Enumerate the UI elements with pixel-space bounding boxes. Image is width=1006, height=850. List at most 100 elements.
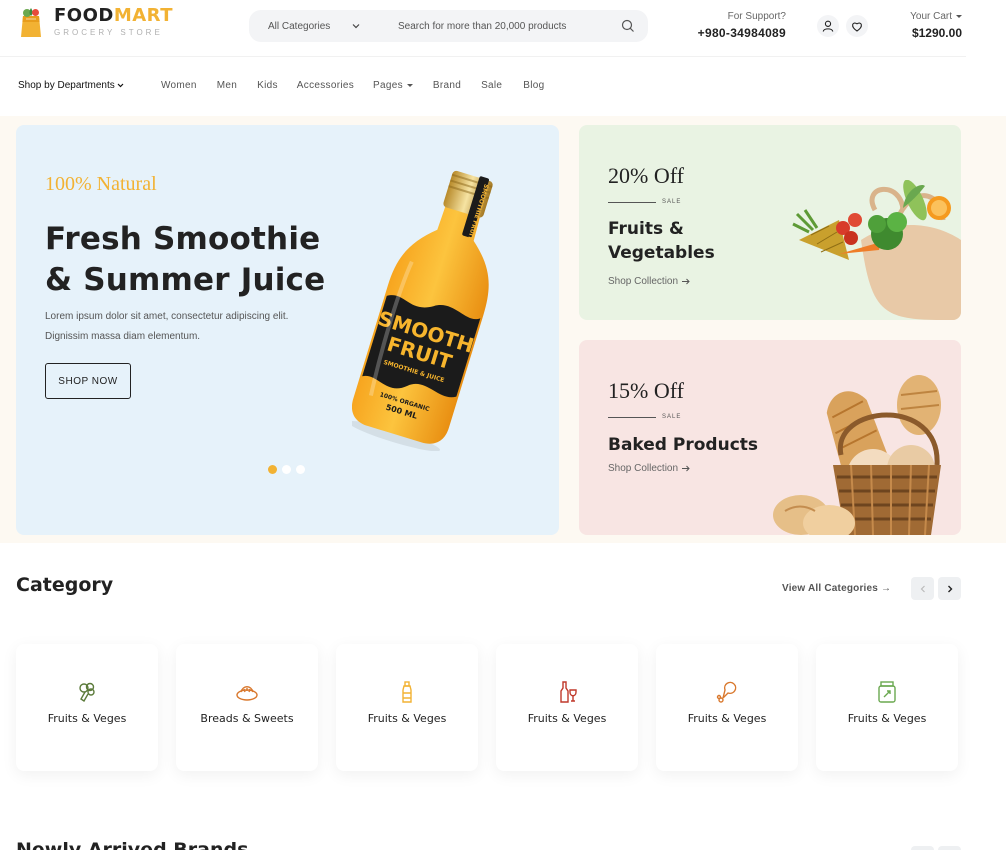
- promo-title: Baked Products: [608, 433, 768, 457]
- nav-link-pages[interactable]: Pages: [373, 80, 413, 91]
- shop-collection-label: Shop Collection: [608, 463, 679, 474]
- category-label: Breads & Sweets: [200, 712, 294, 725]
- promo-sale-tag: SALE: [608, 414, 681, 420]
- promo-sale-label: SALE: [662, 414, 682, 420]
- promo-title: Fruits & Vegetables: [608, 217, 768, 265]
- hero-title-line2: & Summer Juice: [45, 262, 326, 298]
- search-icon: [621, 19, 634, 32]
- category-heading: Category: [16, 574, 114, 596]
- category-card[interactable]: Fruits & Veges: [336, 644, 478, 771]
- shop-collection-link[interactable]: Shop Collection: [608, 276, 690, 287]
- chevron-down-icon: [117, 83, 124, 88]
- promo-discount: 15% Off: [608, 378, 684, 403]
- wishlist-button[interactable]: [846, 15, 868, 37]
- nav-link-kids[interactable]: Kids: [257, 80, 278, 91]
- support-phone[interactable]: +980-34984089: [680, 26, 786, 40]
- promo-title-line2: Vegetables: [608, 243, 715, 263]
- hero-title-line1: Fresh Smoothie: [45, 221, 321, 257]
- support-info: For Support? +980-34984089: [680, 11, 786, 40]
- main-nav: Shop by Departments Women Men Kids Acces…: [0, 72, 1006, 100]
- category-select-value: All Categories: [268, 20, 331, 32]
- category-label: Fruits & Veges: [527, 712, 607, 725]
- shop-now-button[interactable]: SHOP NOW: [45, 363, 131, 399]
- promo-card-baked[interactable]: 15% Off SALE Baked Products Shop Collect…: [579, 340, 961, 535]
- header-divider: [0, 56, 966, 57]
- arrow-right-icon: [682, 465, 690, 472]
- hero-description-line2: Dignissim massa diam elementum.: [45, 331, 201, 342]
- caret-down-icon: [956, 15, 962, 18]
- promo-sale-label: SALE: [662, 199, 682, 205]
- category-next-button[interactable]: [938, 577, 961, 600]
- promo-card-fruits[interactable]: 20% Off SALE Fruits & Vegetables Shop Co…: [579, 125, 961, 320]
- category-card[interactable]: Fruits & Veges: [816, 644, 958, 771]
- chevron-right-icon: [947, 585, 952, 592]
- shop-collection-link[interactable]: Shop Collection: [608, 463, 690, 474]
- logo-tagline: GROCERY STORE: [54, 28, 163, 37]
- grocery-bag-icon: [18, 6, 44, 38]
- category-label: Fruits & Veges: [847, 712, 927, 725]
- user-icon: [822, 20, 834, 32]
- category-select[interactable]: All Categories: [249, 10, 374, 42]
- hero-description-line1: Lorem ipsum dolor sit amet, consectetur …: [45, 311, 289, 322]
- cart-total: $1290.00: [911, 26, 962, 40]
- category-card[interactable]: Breads & Sweets: [176, 644, 318, 771]
- promo-title-line1: Fruits &: [608, 219, 684, 239]
- nav-link-accessories[interactable]: Accessories: [297, 80, 354, 91]
- nav-link-blog[interactable]: Blog: [523, 80, 544, 91]
- departments-dropdown[interactable]: Shop by Departments: [18, 80, 124, 91]
- arrow-right-icon: [682, 278, 690, 285]
- caret-down-icon: [406, 84, 413, 87]
- jar-icon: [875, 680, 899, 704]
- promo-sale-tag: SALE: [608, 199, 681, 205]
- category-label: Fruits & Veges: [687, 712, 767, 725]
- chevron-left-icon: [920, 585, 925, 592]
- category-label: Fruits & Veges: [367, 712, 447, 725]
- nav-link-brand[interactable]: Brand: [433, 80, 461, 91]
- search-input[interactable]: [374, 10, 608, 42]
- logo[interactable]: FOODMART GROCERY STORE: [18, 4, 173, 40]
- category-list: Fruits & Veges Breads & Sweets Fruits & …: [16, 644, 958, 771]
- broccoli-icon: [75, 680, 99, 704]
- chevron-down-icon: [352, 24, 360, 29]
- drumstick-icon: [715, 680, 739, 704]
- category-card[interactable]: Fruits & Veges: [16, 644, 158, 771]
- brands-next-button[interactable]: [938, 846, 961, 850]
- promo-discount: 20% Off: [608, 163, 684, 188]
- logo-name-part2: MART: [113, 5, 174, 26]
- slider-dot-2[interactable]: [282, 465, 291, 474]
- view-all-categories-link[interactable]: View All Categories →: [782, 583, 891, 594]
- nav-link-women[interactable]: Women: [161, 80, 197, 91]
- vegetable-bag-image: [792, 180, 961, 320]
- hero-title: Fresh Smoothie & Summer Juice: [45, 219, 345, 301]
- bread-basket-image: [773, 375, 941, 535]
- slider-dot-3[interactable]: [296, 465, 305, 474]
- bread-icon: [235, 680, 259, 704]
- nav-link-sale[interactable]: Sale: [481, 80, 502, 91]
- category-card[interactable]: Fruits & Veges: [656, 644, 798, 771]
- slider-dot-1[interactable]: [268, 465, 277, 474]
- juice-bottle-image: SMOOTHIE FRUIT SMOOTH FRUIT SMOOTHIE & J…: [352, 170, 493, 451]
- promo-title-line1: Baked Products: [608, 435, 759, 455]
- category-card[interactable]: Fruits & Veges: [496, 644, 638, 771]
- brands-prev-button[interactable]: [911, 846, 934, 850]
- hero-description: Lorem ipsum dolor sit amet, consectetur …: [45, 307, 335, 347]
- category-prev-button[interactable]: [911, 577, 934, 600]
- cart-label-row: Your Cart: [890, 11, 962, 22]
- slider-dots: [268, 465, 305, 474]
- hero-slider: 100% Natural Fresh Smoothie & Summer Jui…: [16, 125, 559, 535]
- search-button[interactable]: [608, 10, 648, 42]
- hero-tag: 100% Natural: [45, 173, 157, 195]
- heart-icon: [852, 22, 862, 32]
- category-label: Fruits & Veges: [47, 712, 127, 725]
- account-button[interactable]: [817, 15, 839, 37]
- bottle-icon: [395, 680, 419, 704]
- support-label: For Support?: [727, 11, 786, 22]
- search-bar: All Categories: [249, 10, 648, 42]
- cart-summary[interactable]: Your Cart $1290.00: [890, 11, 962, 40]
- wine-icon: [555, 680, 579, 704]
- nav-link-men[interactable]: Men: [217, 80, 237, 91]
- nav-link-pages-label: Pages: [373, 80, 403, 91]
- logo-name-part1: FOOD: [54, 5, 114, 26]
- shop-collection-label: Shop Collection: [608, 276, 679, 287]
- newly-arrived-heading: Newly Arrived Brands: [16, 839, 249, 850]
